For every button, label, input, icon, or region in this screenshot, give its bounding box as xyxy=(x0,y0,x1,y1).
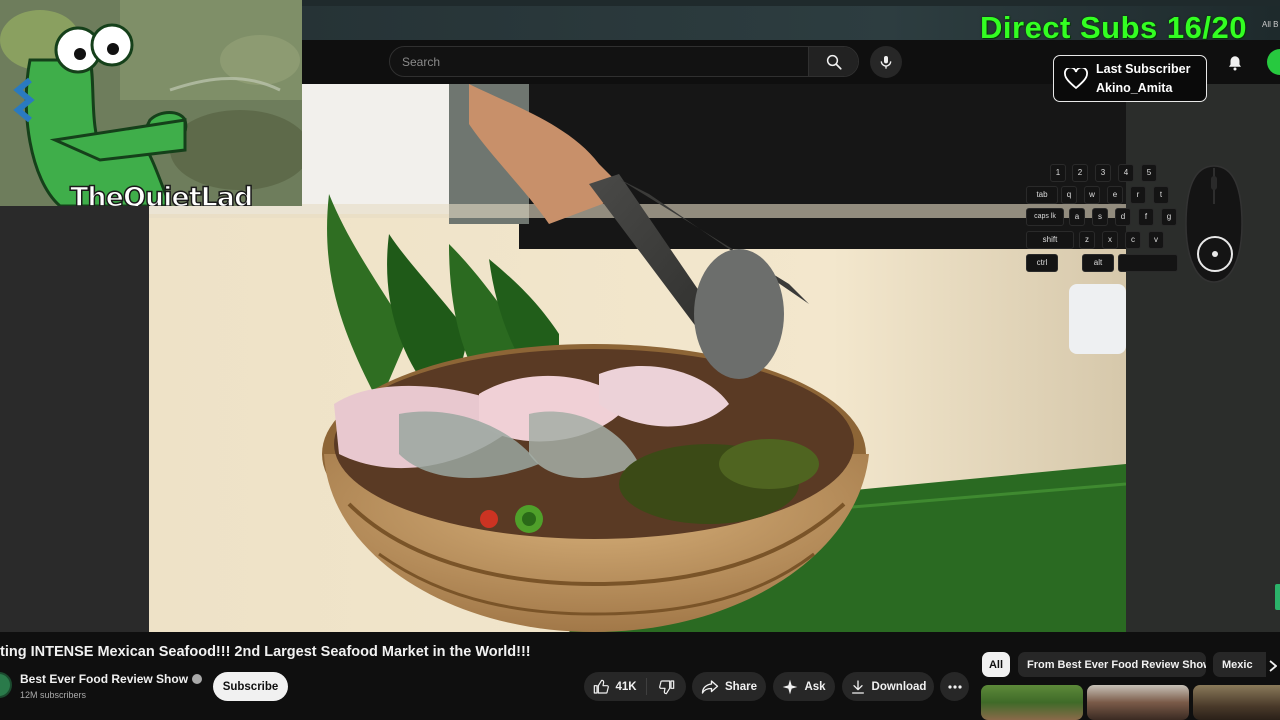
chevron-right-icon xyxy=(1269,660,1277,672)
key-f: f xyxy=(1138,208,1154,226)
recommended-thumbnail[interactable] xyxy=(1087,685,1189,720)
like-dislike-group: 41K xyxy=(584,672,686,701)
key-g: g xyxy=(1161,208,1177,226)
keyboard-overlay: 1 2 3 4 5 tab q w e r t caps lk a s d f … xyxy=(1024,162,1182,280)
search-button[interactable] xyxy=(808,47,858,76)
key-w: w xyxy=(1084,186,1100,204)
left-side-pane xyxy=(0,206,149,634)
key-2: 2 xyxy=(1072,164,1088,182)
key-s: s xyxy=(1092,208,1108,226)
channel-name-row[interactable]: Best Ever Food Review Show xyxy=(20,672,203,686)
more-icon xyxy=(947,684,962,689)
corner-label: All B xyxy=(1262,20,1279,29)
mouse-overlay xyxy=(1182,164,1246,284)
microphone-icon xyxy=(880,56,892,69)
key-v: v xyxy=(1148,231,1164,249)
chips-next-button[interactable] xyxy=(1266,656,1280,676)
ask-button[interactable]: Ask xyxy=(773,672,835,701)
webcam-overlay: TheQuietLad xyxy=(0,0,302,206)
last-subscriber-card: Last Subscriber Akino_Amita xyxy=(1053,55,1207,102)
chip-mexican[interactable]: Mexic xyxy=(1213,652,1266,677)
more-actions-button[interactable] xyxy=(940,672,969,701)
key-1: 1 xyxy=(1050,164,1066,182)
subs-counter: Direct Subs 16/20 xyxy=(980,10,1247,45)
download-button[interactable]: Download xyxy=(842,672,934,701)
heart-icon xyxy=(1064,67,1088,89)
key-d: d xyxy=(1115,208,1131,226)
chip-from-channel[interactable]: From Best Ever Food Review Show xyxy=(1018,652,1206,677)
dislike-button[interactable] xyxy=(648,672,686,701)
video-title: ting INTENSE Mexican Seafood!!! 2nd Larg… xyxy=(0,644,531,660)
subscribe-button[interactable]: Subscribe xyxy=(213,672,288,701)
streamer-name: TheQuietLad xyxy=(69,181,254,206)
key-5: 5 xyxy=(1141,164,1157,182)
last-subscriber-heading: Last Subscriber xyxy=(1096,61,1191,76)
last-subscriber-name: Akino_Amita xyxy=(1096,80,1173,95)
share-icon xyxy=(701,679,719,694)
key-4: 4 xyxy=(1118,164,1134,182)
share-button[interactable]: Share xyxy=(692,672,766,701)
sparkle-icon xyxy=(783,679,798,694)
search-icon xyxy=(826,54,842,70)
key-alt: alt xyxy=(1082,254,1114,272)
bell-icon xyxy=(1229,56,1241,71)
side-tab[interactable] xyxy=(1275,584,1280,610)
mouse-icon xyxy=(1185,165,1243,283)
share-label: Share xyxy=(725,680,757,693)
key-ctrl: ctrl xyxy=(1026,254,1058,272)
key-tab: tab xyxy=(1026,186,1058,204)
like-button[interactable]: 41K xyxy=(584,672,646,701)
like-divider xyxy=(646,678,647,695)
download-label: Download xyxy=(871,680,927,693)
verified-icon xyxy=(192,674,203,684)
key-t: t xyxy=(1153,186,1169,204)
key-r: r xyxy=(1130,186,1146,204)
download-icon xyxy=(851,679,864,694)
search-input[interactable] xyxy=(390,47,808,76)
channel-name[interactable]: Best Ever Food Review Show xyxy=(20,672,188,686)
like-count: 41K xyxy=(615,680,637,693)
key-3: 3 xyxy=(1095,164,1111,182)
notifications-button[interactable] xyxy=(1224,52,1246,74)
key-q: q xyxy=(1061,186,1077,204)
key-z: z xyxy=(1079,231,1095,249)
key-x: x xyxy=(1102,231,1118,249)
recommended-thumbnail[interactable] xyxy=(1193,685,1280,720)
thumbs-up-icon xyxy=(594,679,610,694)
screen: TheQuietLad All B Direct Subs 16/20 Last… xyxy=(0,0,1280,720)
key-shift: shift xyxy=(1026,231,1074,249)
webcam-scene xyxy=(0,0,302,206)
ask-label: Ask xyxy=(804,680,826,693)
search-bar xyxy=(389,46,859,77)
key-caps-lock: caps lk xyxy=(1026,208,1064,226)
key-e: e xyxy=(1107,186,1123,204)
chip-all[interactable]: All xyxy=(982,652,1010,677)
key-space xyxy=(1118,254,1178,272)
voice-search-button[interactable] xyxy=(870,46,902,78)
subscriber-count: 12M subscribers xyxy=(20,690,87,700)
key-a: a xyxy=(1069,208,1085,226)
recommended-thumbnail[interactable] xyxy=(981,685,1083,720)
key-c: c xyxy=(1125,231,1141,249)
thumbs-down-icon xyxy=(659,679,675,694)
